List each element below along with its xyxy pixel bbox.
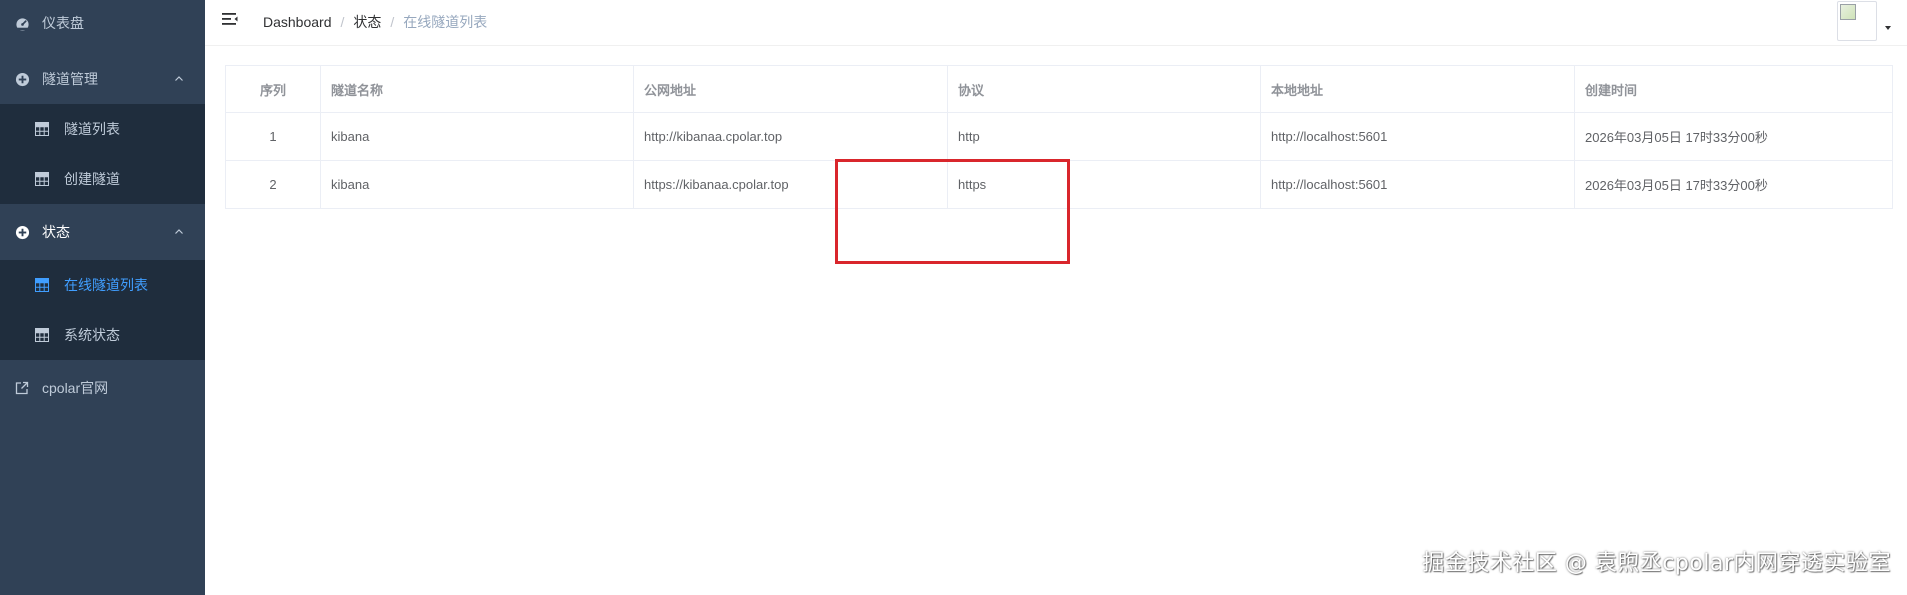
- sidebar-item-label: 创建隧道: [64, 171, 120, 187]
- column-header: 协议: [947, 65, 1261, 113]
- table-cell-local-address: http://localhost:5601: [1260, 112, 1575, 161]
- table-cell-created-at: 2026年03月05日 17时33分00秒: [1574, 112, 1893, 161]
- table-cell-name: kibana: [320, 160, 634, 209]
- table-cell-public-url[interactable]: https://kibanaa.cpolar.top: [633, 160, 948, 209]
- broken-image-icon: [1840, 4, 1856, 20]
- tunnel-table: 序列 隧道名称 公网地址 协议 本地地址 创建时间 1 kibana http:…: [225, 65, 1893, 209]
- grid-icon: [34, 171, 50, 187]
- breadcrumb: Dashboard / 状态 / 在线隧道列表: [263, 12, 487, 32]
- table-row: 1 kibana http://kibanaa.cpolar.top http …: [225, 112, 1893, 161]
- avatar[interactable]: [1837, 1, 1877, 41]
- sidebar-item-online-tunnels[interactable]: 在线隧道列表: [0, 260, 205, 310]
- table-cell-created-at: 2026年03月05日 17时33分00秒: [1574, 160, 1893, 209]
- watermark: 掘金技术社区 @ 袁煦丞cpolar内网穿透实验室: [1422, 551, 1891, 576]
- submenu-tunnel-management: 隧道列表 创建隧道: [0, 104, 205, 204]
- column-header: 公网地址: [633, 65, 948, 113]
- column-header: 序列: [225, 65, 321, 113]
- sidebar-item-label: 在线隧道列表: [64, 277, 148, 293]
- table-cell-protocol: https: [947, 160, 1261, 209]
- sidebar-item-label: 仪表盘: [42, 15, 84, 31]
- table-cell-index: 1: [225, 112, 321, 161]
- app-root: 仪表盘 隧道管理 隧道列表 创建隧道 状态 在线隧道列表 系统状态 cpolar…: [0, 0, 1907, 595]
- sidebar-item-create-tunnel[interactable]: 创建隧道: [0, 154, 205, 204]
- navbar: Dashboard / 状态 / 在线隧道列表: [205, 0, 1907, 46]
- table-cell-public-url[interactable]: http://kibanaa.cpolar.top: [633, 112, 948, 161]
- sidebar-item-system-status[interactable]: 系统状态: [0, 310, 205, 360]
- sidebar-item-label: 系统状态: [64, 327, 120, 343]
- plus-circle-icon: [14, 224, 30, 240]
- sidebar-item-label: 隧道列表: [64, 121, 120, 137]
- grid-icon: [34, 327, 50, 343]
- table-cell-name: kibana: [320, 112, 634, 161]
- sidebar-item-label: cpolar官网: [42, 380, 109, 396]
- chevron-up-icon: [173, 73, 185, 85]
- sidebar-item-tunnel-list[interactable]: 隧道列表: [0, 104, 205, 154]
- column-header: 隧道名称: [320, 65, 634, 113]
- chevron-up-icon: [173, 226, 185, 238]
- sidebar: 仪表盘 隧道管理 隧道列表 创建隧道 状态 在线隧道列表 系统状态 cpolar…: [0, 0, 205, 595]
- breadcrumb-separator: /: [390, 14, 395, 30]
- breadcrumb-dashboard[interactable]: Dashboard: [263, 14, 332, 30]
- table-cell-protocol: http: [947, 112, 1261, 161]
- sidebar-item-status[interactable]: 状态: [0, 204, 205, 260]
- grid-icon: [34, 277, 50, 293]
- column-header: 本地地址: [1260, 65, 1575, 113]
- sidebar-item-label: 状态: [42, 224, 70, 240]
- sidebar-item-dashboard[interactable]: 仪表盘: [0, 0, 205, 46]
- caret-down-icon[interactable]: [1885, 26, 1891, 30]
- breadcrumb-separator: /: [340, 14, 345, 30]
- table-row: 2 kibana https://kibanaa.cpolar.top http…: [225, 160, 1893, 209]
- main-content: 序列 隧道名称 公网地址 协议 本地地址 创建时间 1 kibana http:…: [205, 46, 1907, 595]
- dashboard-icon: [14, 15, 30, 31]
- column-header: 创建时间: [1574, 65, 1893, 113]
- breadcrumb-status[interactable]: 状态: [353, 12, 381, 32]
- table-header-row: 序列 隧道名称 公网地址 协议 本地地址 创建时间: [225, 65, 1893, 113]
- grid-icon: [34, 121, 50, 137]
- hamburger-icon[interactable]: [220, 9, 240, 29]
- sidebar-item-tunnel-management[interactable]: 隧道管理: [0, 54, 205, 104]
- plus-circle-icon: [14, 71, 30, 87]
- submenu-status: 在线隧道列表 系统状态: [0, 260, 205, 360]
- sidebar-item-cpolar-website[interactable]: cpolar官网: [0, 360, 205, 416]
- sidebar-item-label: 隧道管理: [42, 71, 98, 87]
- breadcrumb-current: 在线隧道列表: [403, 14, 488, 30]
- external-link-icon: [14, 380, 30, 396]
- table-cell-index: 2: [225, 160, 321, 209]
- table-cell-local-address: http://localhost:5601: [1260, 160, 1575, 209]
